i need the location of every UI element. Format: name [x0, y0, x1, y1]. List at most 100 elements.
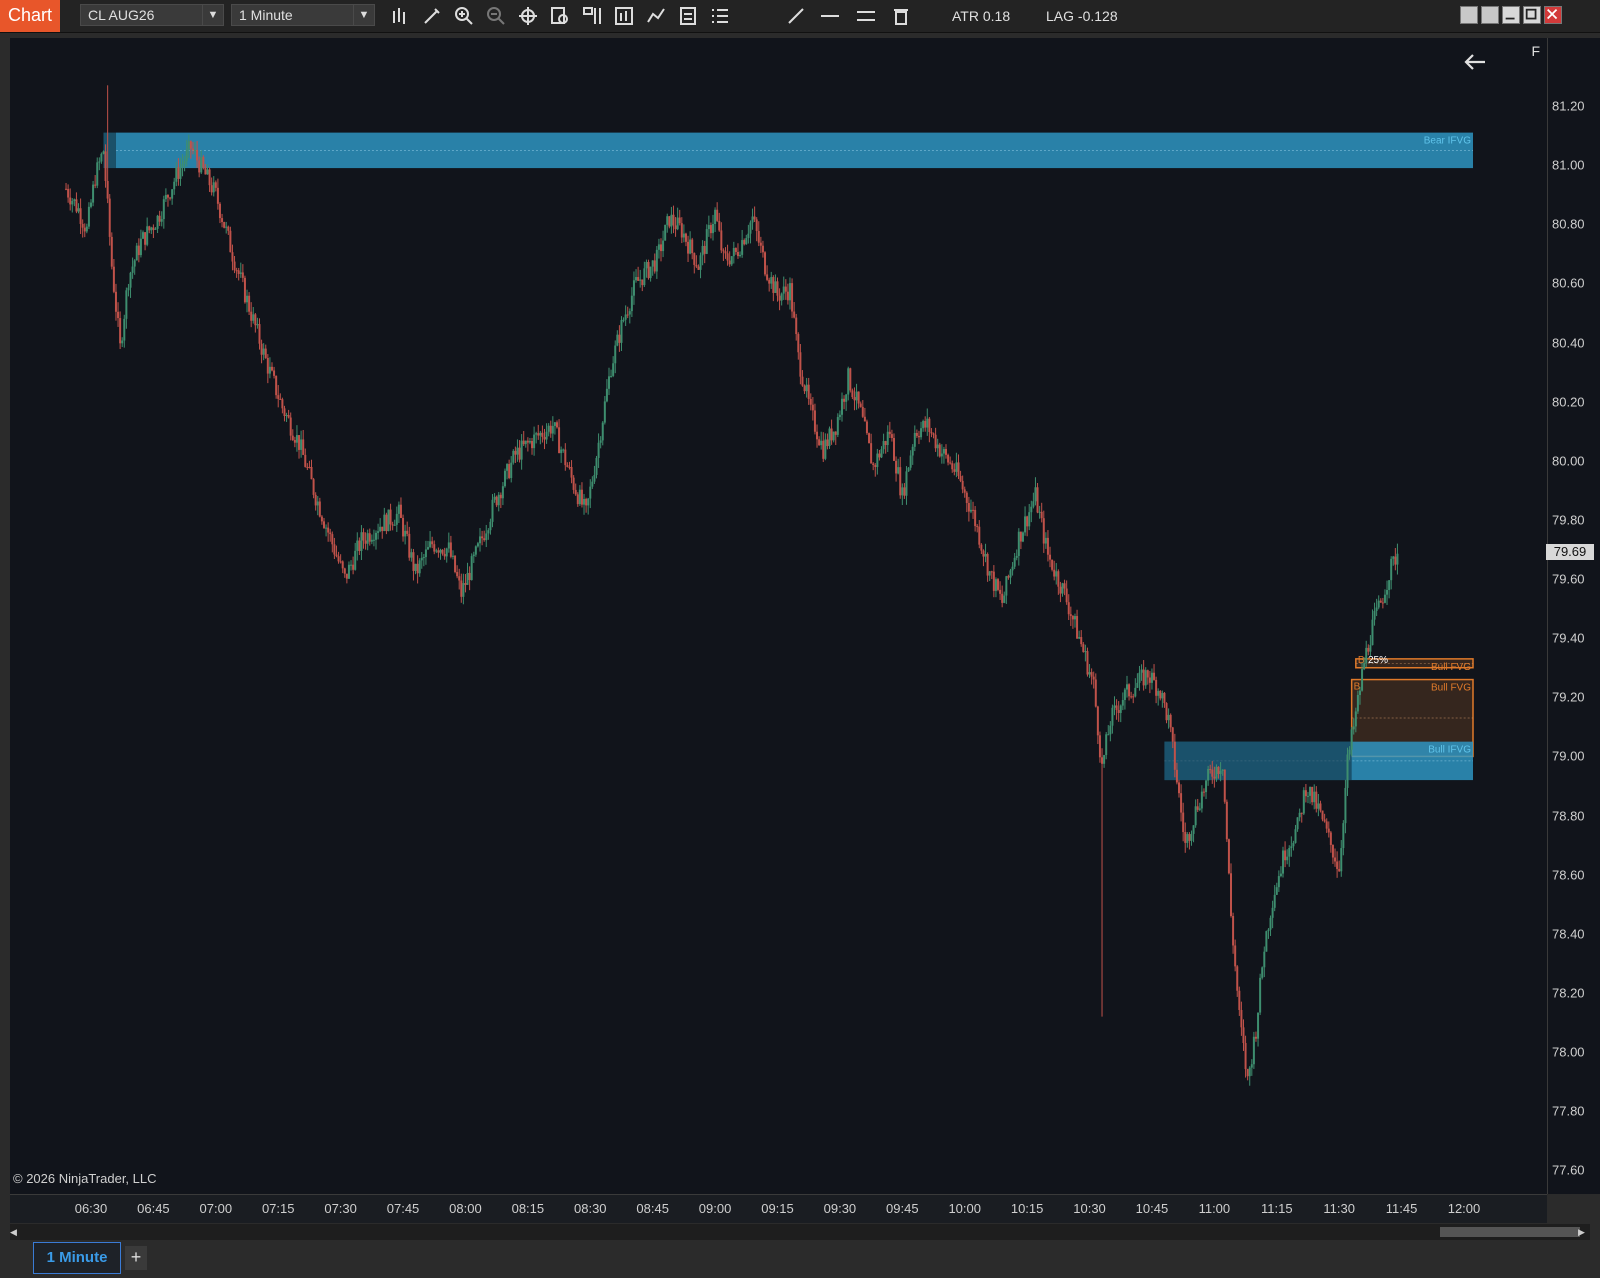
candle-body	[196, 150, 199, 161]
strategies-icon[interactable]	[645, 5, 667, 27]
candle-body	[449, 542, 452, 557]
candle-body	[782, 286, 785, 294]
chart-trader-icon[interactable]	[677, 5, 699, 27]
price-axis[interactable]: 81.20 81.00 80.80 80.60 80.40 80.20 80.00 79.80…	[1546, 38, 1600, 1194]
candle-body	[959, 475, 962, 481]
candle-body	[764, 252, 767, 275]
candle-body	[788, 283, 791, 301]
candle-body	[443, 553, 446, 557]
candle-body	[270, 366, 273, 371]
candle-body	[651, 260, 654, 267]
candle-body	[930, 432, 933, 434]
candle-body	[637, 277, 640, 281]
line-draw-icon[interactable]	[785, 5, 807, 27]
time-tick-label: 11:30	[1323, 1201, 1355, 1216]
candle-body	[1279, 873, 1282, 877]
candle-body	[1238, 990, 1241, 1011]
candle-body	[100, 153, 103, 162]
indicators-icon[interactable]	[709, 5, 731, 27]
candle-body	[1325, 821, 1328, 829]
time-tick-label: 11:00	[1198, 1201, 1231, 1216]
time-axis[interactable]: 06:30 06:45 07:00 07:15 07:30 07:45 08:00 08:15…	[10, 1194, 1547, 1223]
time-tick-label: 09:15	[761, 1201, 794, 1216]
tab-1-minute[interactable]: 1 Minute	[33, 1242, 121, 1274]
candle-body	[439, 549, 442, 553]
candle-body	[254, 314, 257, 326]
price-chart-panel[interactable]: Bear IFVG Bull FVG Bull FVG Bull IFVG B B 25% F…	[10, 38, 1547, 1194]
candle-body	[1021, 532, 1024, 542]
candle-body	[799, 352, 802, 377]
candle-body	[474, 546, 477, 555]
horizontal-line-icon[interactable]	[819, 5, 841, 27]
candle-body	[901, 487, 904, 496]
drawing-pencil-icon[interactable]	[421, 5, 443, 27]
candle-body	[191, 148, 194, 151]
candle-body	[1078, 637, 1081, 639]
double-line-icon[interactable]	[855, 5, 877, 27]
instrument-selector[interactable]: CL AUG26 ▼	[80, 4, 224, 26]
interval-selector[interactable]: 1 Minute ▼	[231, 4, 375, 26]
candle-body	[797, 334, 800, 353]
candle-body	[356, 540, 359, 551]
candle-body	[377, 531, 380, 533]
trash-icon[interactable]	[890, 5, 912, 27]
candle-body	[1273, 894, 1276, 908]
add-tab-icon[interactable]: +	[125, 1246, 147, 1270]
price-chart-canvas[interactable]: Bear IFVGBull FVGBull FVGBull IFVGBB25%F	[10, 38, 1547, 1194]
candle-body	[776, 281, 779, 296]
candle-body	[961, 480, 964, 490]
candle-body	[1306, 795, 1309, 797]
maximize-icon[interactable]	[1523, 6, 1541, 24]
candle-body	[166, 194, 169, 198]
back-arrow-icon[interactable]	[1463, 50, 1487, 74]
candle-body	[1196, 806, 1199, 810]
data-box-icon[interactable]	[549, 5, 571, 27]
candle-body	[1186, 834, 1189, 843]
candle-body	[169, 197, 172, 199]
candle-body	[252, 314, 255, 321]
candle-body	[131, 266, 134, 273]
candle-body	[1223, 769, 1226, 802]
candle-body	[840, 398, 843, 415]
candle-body	[1284, 850, 1287, 861]
candle-body	[85, 226, 88, 232]
crosshair-icon[interactable]	[517, 5, 539, 27]
window-tile-icon[interactable]	[1460, 6, 1478, 24]
window-pin-icon[interactable]	[1481, 6, 1499, 24]
properties-icon[interactable]	[581, 5, 603, 27]
candle-body	[703, 245, 706, 254]
candle-body	[657, 244, 660, 250]
candle-body	[614, 345, 617, 364]
candle-body	[243, 277, 246, 303]
candle-body	[1059, 586, 1062, 594]
scroll-thumb[interactable]	[1440, 1227, 1580, 1237]
minimize-icon[interactable]	[1502, 6, 1520, 24]
chart-menu-button[interactable]: Chart	[0, 0, 60, 32]
candle-body	[699, 255, 702, 270]
candle-body	[1198, 808, 1201, 810]
templates-icon[interactable]	[613, 5, 635, 27]
candle-body	[947, 454, 950, 463]
candle-body	[795, 317, 798, 335]
candle-body	[607, 376, 610, 389]
candle-body	[383, 514, 386, 532]
candle-body	[370, 539, 373, 542]
candle-body	[1128, 684, 1131, 697]
candle-body	[258, 324, 261, 344]
candle-body	[98, 161, 101, 163]
chevron-down-icon[interactable]: ▼	[202, 5, 223, 25]
horizontal-scrollbar[interactable]: ◀ ▶	[10, 1224, 1590, 1240]
candle-body	[1009, 570, 1012, 578]
scroll-right-icon[interactable]: ▶	[1578, 1227, 1588, 1237]
candle-body	[1215, 766, 1218, 779]
candle-body	[327, 527, 330, 533]
close-icon[interactable]	[1544, 6, 1562, 24]
scroll-left-icon[interactable]: ◀	[10, 1227, 20, 1237]
bar-type-icon[interactable]	[389, 5, 411, 27]
zoom-out-icon[interactable]	[485, 5, 507, 27]
candle-body	[766, 274, 769, 280]
candle-body	[905, 471, 908, 496]
candle-body	[181, 164, 184, 168]
chevron-down-icon[interactable]: ▼	[353, 5, 374, 25]
zoom-in-icon[interactable]	[453, 5, 475, 27]
